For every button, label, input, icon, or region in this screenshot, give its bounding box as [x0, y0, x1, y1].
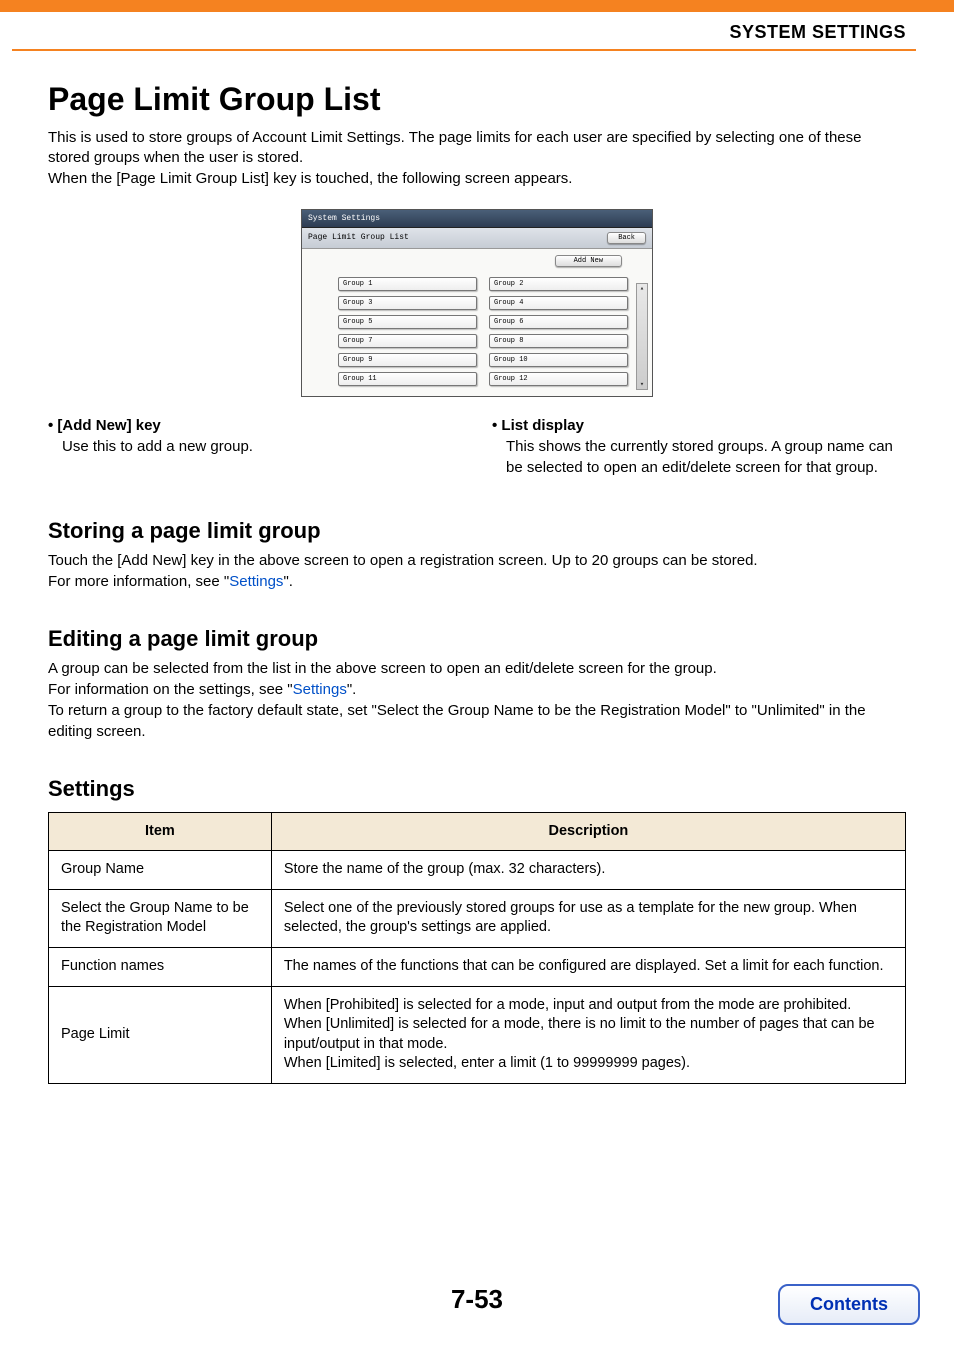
- settings-col-desc: Description: [271, 812, 905, 851]
- mockup-back-button[interactable]: Back: [607, 232, 646, 244]
- table-row: Group Name Store the name of the group (…: [49, 851, 906, 890]
- mockup-group-item[interactable]: Group 12: [489, 372, 628, 386]
- storing-line1: Touch the [Add New] key in the above scr…: [48, 552, 758, 569]
- settings-table: Item Description Group Name Store the na…: [48, 812, 906, 1084]
- settings-desc: When [Prohibited] is selected for a mode…: [271, 986, 905, 1083]
- settings-desc: Store the name of the group (max. 32 cha…: [271, 851, 905, 890]
- section-header: SYSTEM SETTINGS: [0, 12, 954, 49]
- editing-line1: A group can be selected from the list in…: [48, 660, 717, 677]
- table-row: Select the Group Name to be the Registra…: [49, 889, 906, 947]
- settings-item: Page Limit: [49, 986, 272, 1083]
- mockup-group-item[interactable]: Group 8: [489, 334, 628, 348]
- bullet-addnew-desc: Use this to add a new group.: [48, 436, 462, 457]
- settings-col-item: Item: [49, 812, 272, 851]
- settings-item: Group Name: [49, 851, 272, 890]
- scroll-down-icon[interactable]: ▾: [640, 380, 644, 389]
- mockup-group-item[interactable]: Group 3: [338, 296, 477, 310]
- mockup-subtitle: Page Limit Group List: [308, 233, 409, 242]
- bullet-list-desc: This shows the currently stored groups. …: [492, 436, 906, 478]
- mockup-group-item[interactable]: Group 5: [338, 315, 477, 329]
- mockup-group-item[interactable]: Group 4: [489, 296, 628, 310]
- table-row: Page Limit When [Prohibited] is selected…: [49, 986, 906, 1083]
- mockup-scrollbar[interactable]: ▴ ▾: [636, 283, 648, 390]
- editing-line3: To return a group to the factory default…: [48, 702, 866, 740]
- mockup-group-item[interactable]: Group 11: [338, 372, 477, 386]
- table-row: Function names The names of the function…: [49, 948, 906, 987]
- storing-line2-suffix: ".: [283, 573, 293, 590]
- screen-mockup: System Settings Page Limit Group List Ba…: [301, 209, 653, 397]
- mockup-group-item[interactable]: Group 7: [338, 334, 477, 348]
- editing-line2-suffix: ".: [347, 681, 357, 698]
- editing-settings-link[interactable]: Settings: [293, 681, 347, 698]
- mockup-group-item[interactable]: Group 10: [489, 353, 628, 367]
- editing-heading: Editing a page limit group: [48, 626, 906, 652]
- mockup-group-item[interactable]: Group 6: [489, 315, 628, 329]
- bullet-list-title: • List display: [492, 417, 584, 434]
- mockup-group-item[interactable]: Group 9: [338, 353, 477, 367]
- settings-desc: The names of the functions that can be c…: [271, 948, 905, 987]
- contents-button[interactable]: Contents: [778, 1284, 920, 1325]
- mockup-add-new-button[interactable]: Add New: [555, 255, 622, 267]
- bullet-addnew-title: • [Add New] key: [48, 417, 161, 434]
- storing-line2-prefix: For more information, see ": [48, 573, 229, 590]
- mockup-group-item[interactable]: Group 1: [338, 277, 477, 291]
- settings-desc: Select one of the previously stored grou…: [271, 889, 905, 947]
- storing-heading: Storing a page limit group: [48, 518, 906, 544]
- mockup-group-item[interactable]: Group 2: [489, 277, 628, 291]
- settings-item: Select the Group Name to be the Registra…: [49, 889, 272, 947]
- settings-item: Function names: [49, 948, 272, 987]
- top-accent-bar: [0, 0, 954, 12]
- page-title: Page Limit Group List: [48, 81, 906, 118]
- scroll-up-icon[interactable]: ▴: [640, 284, 644, 293]
- mockup-titlebar: System Settings: [302, 210, 652, 228]
- editing-line2-prefix: For information on the settings, see ": [48, 681, 293, 698]
- settings-heading: Settings: [48, 776, 906, 802]
- storing-settings-link[interactable]: Settings: [229, 573, 283, 590]
- intro-text: This is used to store groups of Account …: [48, 128, 906, 189]
